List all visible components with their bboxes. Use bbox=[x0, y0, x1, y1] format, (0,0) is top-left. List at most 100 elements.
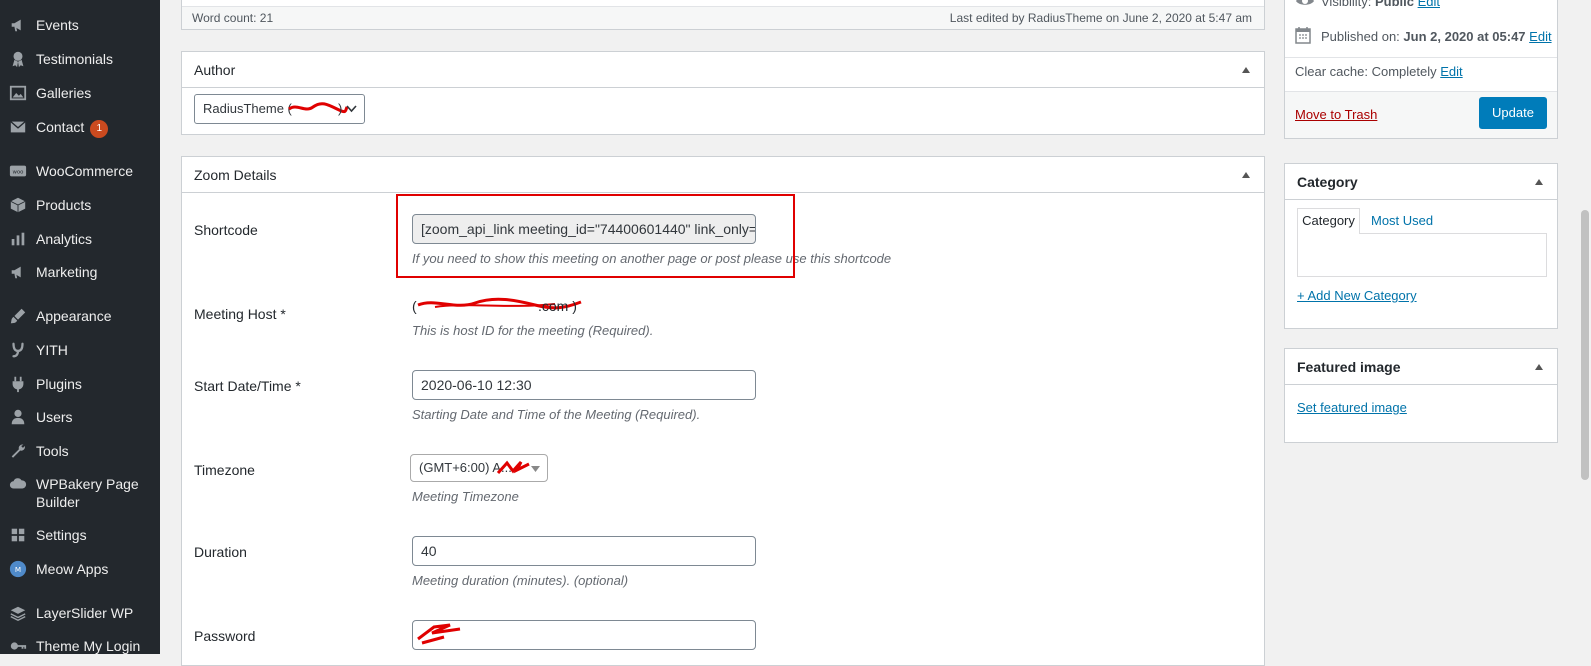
timezone-description: Meeting Timezone bbox=[412, 489, 519, 504]
svg-text:M: M bbox=[15, 565, 21, 574]
sidebar-item-label: Marketing bbox=[36, 264, 98, 280]
sidebar-item-marketing[interactable]: Marketing bbox=[0, 262, 160, 282]
sidebar-item-label: LayerSlider WP bbox=[36, 605, 134, 621]
scrollbar-track[interactable] bbox=[1579, 0, 1591, 654]
password-input[interactable] bbox=[412, 620, 756, 650]
author-box-header[interactable]: Author bbox=[182, 52, 1264, 88]
sidebar-item-label: Products bbox=[36, 197, 92, 213]
notification-badge: 1 bbox=[90, 120, 109, 138]
bar-chart-icon bbox=[8, 229, 28, 249]
sidebar-item-label: Appearance bbox=[36, 308, 112, 324]
start-datetime-description: Starting Date and Time of the Meeting (R… bbox=[412, 407, 701, 422]
meeting-host-prefix: ( bbox=[412, 298, 417, 314]
meeting-host-description: This is host ID for the meeting (Require… bbox=[412, 323, 654, 338]
chevron-down-icon bbox=[346, 105, 357, 113]
sidebar-item-settings[interactable]: Settings bbox=[0, 525, 160, 545]
sidebar-item-events[interactable]: Events bbox=[0, 15, 160, 35]
category-box-header[interactable]: Category bbox=[1285, 164, 1557, 200]
move-to-trash-link[interactable]: Move to Trash bbox=[1295, 107, 1377, 122]
select-arrow-icon bbox=[531, 466, 540, 472]
sidebar-item-testimonials[interactable]: Testimonials bbox=[0, 49, 160, 69]
author-box: Author RadiusTheme ( ) bbox=[181, 51, 1265, 135]
calendar-icon bbox=[1295, 27, 1311, 44]
sidebar-item-label: YITH bbox=[36, 342, 68, 358]
sidebar-item-label: Users bbox=[36, 409, 73, 425]
category-box: Category Category Most Used + Add New Ca… bbox=[1284, 163, 1558, 329]
collapse-arrow-icon[interactable] bbox=[1242, 66, 1250, 73]
sidebar-item-wpbakery[interactable]: WPBakery Page Builder bbox=[0, 474, 150, 511]
sidebar-item-meow-apps[interactable]: M Meow Apps bbox=[0, 559, 160, 579]
set-featured-image-link[interactable]: Set featured image bbox=[1297, 400, 1407, 415]
author-select-close-paren: ) bbox=[338, 101, 343, 116]
featured-image-header[interactable]: Featured image bbox=[1285, 349, 1557, 385]
sidebar-item-label: Events bbox=[36, 17, 79, 33]
sidebar-item-label: Plugins bbox=[36, 376, 82, 392]
tab-most-used[interactable]: Most Used bbox=[1371, 213, 1433, 228]
svg-text:woo: woo bbox=[13, 169, 24, 175]
edit-visibility-link[interactable]: Edit bbox=[1418, 0, 1440, 9]
timezone-label: Timezone bbox=[194, 462, 255, 478]
sidebar-item-galleries[interactable]: Galleries bbox=[0, 83, 160, 103]
yith-icon bbox=[8, 340, 28, 360]
edit-clear-cache-link[interactable]: Edit bbox=[1440, 64, 1462, 79]
plug-icon bbox=[8, 374, 28, 394]
zoom-details-box: Zoom Details Shortcode [zoom_api_link me… bbox=[181, 156, 1265, 666]
duration-input[interactable]: 40 bbox=[412, 536, 756, 566]
sidebar-item-label: Contact 1 bbox=[36, 117, 109, 138]
sidebar-item-label: Tools bbox=[36, 443, 69, 459]
sidebar-item-contact[interactable]: Contact 1 bbox=[0, 117, 160, 138]
sidebar-item-appearance[interactable]: Appearance bbox=[0, 306, 160, 326]
sidebar-item-plugins[interactable]: Plugins bbox=[0, 374, 160, 394]
tab-category[interactable]: Category bbox=[1297, 208, 1360, 234]
woo-icon: woo bbox=[8, 161, 28, 181]
start-datetime-label: Start Date/Time * bbox=[194, 378, 301, 394]
category-list[interactable] bbox=[1297, 233, 1547, 277]
gallery-icon bbox=[8, 83, 28, 103]
megaphone-icon bbox=[8, 15, 28, 35]
collapse-arrow-icon[interactable] bbox=[1535, 363, 1543, 370]
author-select[interactable]: RadiusTheme ( ) bbox=[194, 94, 365, 124]
sidebar-item-label: Analytics bbox=[36, 231, 93, 247]
start-datetime-input[interactable]: 2020-06-10 12:30 bbox=[412, 370, 756, 400]
collapse-arrow-icon[interactable] bbox=[1535, 178, 1543, 185]
sidebar-item-label: WooCommerce bbox=[36, 163, 133, 179]
password-label: Password bbox=[194, 628, 256, 644]
brush-icon bbox=[8, 306, 28, 326]
author-box-title: Author bbox=[194, 61, 236, 78]
add-new-category-link[interactable]: + Add New Category bbox=[1297, 288, 1417, 303]
scrollbar-thumb[interactable] bbox=[1581, 210, 1589, 480]
clear-cache-row: Clear cache: Completely Edit bbox=[1295, 64, 1463, 79]
award-icon bbox=[8, 49, 28, 69]
sidebar-item-yith[interactable]: YITH bbox=[0, 340, 160, 360]
sidebar-item-woocommerce[interactable]: woo WooCommerce bbox=[0, 161, 160, 181]
collapse-arrow-icon[interactable] bbox=[1242, 171, 1250, 178]
author-select-value: RadiusTheme ( bbox=[203, 101, 292, 116]
user-icon bbox=[8, 407, 28, 427]
edit-date-link[interactable]: Edit bbox=[1529, 29, 1551, 44]
timezone-select-value: (GMT+6:00) A... bbox=[419, 460, 512, 475]
shortcode-label: Shortcode bbox=[194, 222, 258, 238]
sidebar-item-tools[interactable]: Tools bbox=[0, 441, 160, 461]
sidebar-item-label: Testimonials bbox=[36, 51, 114, 67]
sidebar-item-products[interactable]: Products bbox=[0, 195, 160, 215]
sidebar-item-theme-my-login[interactable]: Theme My Login bbox=[0, 636, 160, 654]
sidebar-item-layerslider[interactable]: LayerSlider WP bbox=[0, 603, 160, 623]
eye-icon bbox=[1296, 0, 1314, 5]
duration-description: Meeting duration (minutes). (optional) bbox=[412, 573, 629, 588]
box-icon bbox=[8, 195, 28, 215]
sidebar-item-analytics[interactable]: Analytics bbox=[0, 229, 160, 249]
visibility-row: Visibility: Public Edit bbox=[1321, 0, 1440, 9]
sidebar-item-label: Settings bbox=[36, 527, 87, 543]
editor-status-bar: Word count: 21 Last edited by RadiusThem… bbox=[181, 0, 1265, 30]
published-on-row: Published on: Jun 2, 2020 at 05:47 Edit bbox=[1321, 29, 1552, 44]
last-edited-text: Last edited by RadiusTheme on June 2, 20… bbox=[949, 11, 1252, 25]
meow-icon: M bbox=[8, 559, 28, 579]
sidebar-item-users[interactable]: Users bbox=[0, 407, 160, 427]
featured-image-box: Featured image Set featured image bbox=[1284, 348, 1558, 443]
zoom-details-header[interactable]: Zoom Details bbox=[182, 157, 1264, 193]
cloud-icon bbox=[8, 474, 28, 494]
update-button[interactable]: Update bbox=[1479, 97, 1547, 129]
timezone-select[interactable]: (GMT+6:00) A... bbox=[410, 454, 548, 482]
duration-label: Duration bbox=[194, 544, 247, 560]
mail-icon bbox=[8, 117, 28, 137]
